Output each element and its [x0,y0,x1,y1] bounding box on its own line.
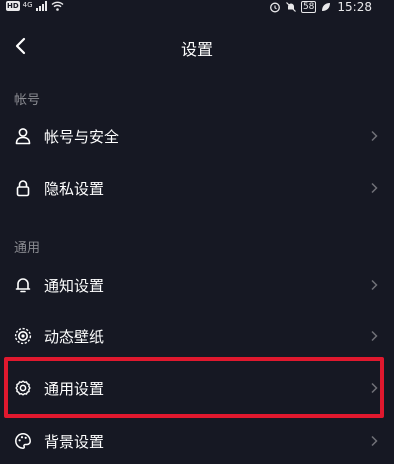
bell-icon [14,276,32,294]
settings-row-notifications[interactable]: 通知设置 [0,262,394,308]
person-icon [14,127,32,145]
settings-row-account-security[interactable]: 帐号与安全 [0,113,394,159]
live-wallpaper-icon [14,327,32,345]
hd-badge: HD [6,1,20,11]
settings-row-label: 动态壁纸 [44,327,105,346]
settings-row-background[interactable]: 背景设置 [0,418,394,464]
section-header-account: 帐号 [14,93,41,108]
status-bar-left: HD 4G [6,1,64,11]
chevron-right-icon [370,278,380,292]
palette-icon [14,432,32,450]
leaf-icon [322,2,331,11]
settings-row-privacy[interactable]: 隐私设置 [0,165,394,211]
highlight-box [4,357,384,418]
battery-level: 58 [300,1,317,13]
section-header-general: 通用 [14,241,41,256]
settings-row-live-wallpaper[interactable]: 动态壁纸 [0,313,394,359]
chevron-right-icon [370,329,380,343]
chevron-right-icon [370,434,380,448]
status-bar-right: 58 15:28 [269,0,372,14]
network-type: 4G [22,1,33,9]
settings-row-label: 背景设置 [44,432,105,451]
alarm-icon [270,2,280,13]
settings-row-label: 隐私设置 [44,179,105,198]
status-bar: HD 4G 58 15:28 [0,0,394,16]
settings-row-label: 通知设置 [44,276,105,295]
chevron-right-icon [370,181,380,195]
chevron-right-icon [370,129,380,143]
signal-icon [35,1,47,11]
clock: 15:28 [337,0,372,14]
lock-icon [14,179,32,197]
page-title: 设置 [180,40,213,59]
settings-row-label: 帐号与安全 [44,127,120,146]
wifi-icon [51,1,64,11]
mute-bell-icon [286,2,296,12]
nav-bar: 设置 [0,26,394,66]
